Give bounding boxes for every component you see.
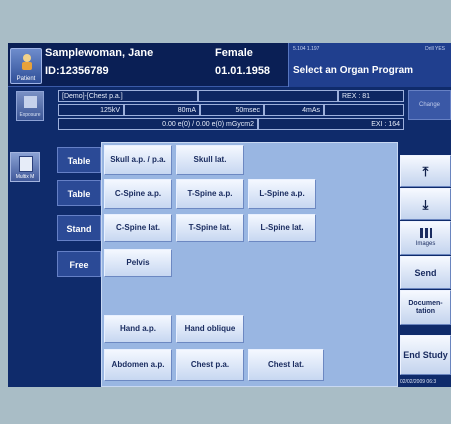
- device-icon: [19, 156, 33, 172]
- exam-skull-lat[interactable]: Skull lat.: [176, 145, 244, 175]
- skip-down-button[interactable]: ⤓: [400, 188, 451, 220]
- exam-tspine-ap[interactable]: T-Spine a.p.: [176, 179, 244, 209]
- patient-header: Patient Samplewoman, Jane ID:12356789 Fe…: [8, 43, 451, 87]
- send-button[interactable]: Send: [400, 256, 451, 289]
- images-icon: [419, 228, 432, 238]
- exam-lspine-lat[interactable]: L-Spine lat.: [248, 214, 316, 242]
- images-button[interactable]: Images: [400, 221, 451, 255]
- msec-field: 50msec: [200, 104, 264, 116]
- ma-field: 80mA: [124, 104, 200, 116]
- exam-hand-oblique[interactable]: Hand oblique: [176, 315, 244, 343]
- patient-icon: [22, 54, 32, 70]
- patient-dob: 01.01.1958: [215, 65, 271, 77]
- mas-field-blank: [324, 104, 404, 116]
- exam-chest-lat[interactable]: Chest lat.: [248, 349, 324, 381]
- exam-abdomen-ap[interactable]: Abdomen a.p.: [104, 349, 172, 381]
- patient-name: Samplewoman, Jane: [45, 47, 154, 59]
- dose-field: 0.00 e(0) / 0.00 e(0) mGycm2: [58, 118, 258, 130]
- exposure-panel: Exposure [Demo]-[Chest p.a.] REX : 81 Ch…: [8, 88, 451, 138]
- patient-id: ID:12356789: [45, 65, 109, 77]
- exam-skull-ap[interactable]: Skull a.p. / p.a.: [104, 145, 172, 175]
- program-field-blank: [198, 90, 338, 102]
- exposure-button[interactable]: Exposure: [16, 91, 44, 121]
- kv-field: 125kV: [58, 104, 124, 116]
- mas-field: 4mAs: [264, 104, 324, 116]
- bottom-margin: [0, 387, 451, 424]
- exam-tspine-lat[interactable]: T-Spine lat.: [176, 214, 244, 242]
- status-code: 5.104 1.197: [293, 46, 320, 52]
- tab-stand[interactable]: Stand: [57, 215, 101, 241]
- exam-chest-pa[interactable]: Chest p.a.: [176, 349, 244, 381]
- exam-cspine-ap[interactable]: C-Spine a.p.: [104, 179, 172, 209]
- top-margin: [0, 0, 451, 43]
- multix-label: Multix M: [15, 174, 35, 180]
- exam-cspine-lat[interactable]: C-Spine lat.: [104, 214, 172, 242]
- prompt-text: Select an Organ Program: [293, 65, 414, 76]
- skip-down-icon: ⤓: [422, 196, 429, 212]
- skip-up-icon: ⤒: [422, 163, 429, 179]
- patient-button[interactable]: Patient: [10, 48, 42, 84]
- status-panel: 5.104 1.197 Drill YES Select an Organ Pr…: [288, 43, 451, 87]
- status-flag: Drill YES: [425, 46, 445, 52]
- exposure-button-label: Exposure: [19, 112, 41, 118]
- organ-program-grid: Skull a.p. / p.a. Skull lat. C-Spine a.p…: [101, 142, 398, 387]
- tab-table-1[interactable]: Table: [57, 147, 101, 173]
- tab-table-2[interactable]: Table: [57, 180, 101, 206]
- change-button[interactable]: Change: [408, 90, 451, 120]
- program-field: [Demo]-[Chest p.a.]: [58, 90, 198, 102]
- skip-up-button[interactable]: ⤒: [400, 155, 451, 187]
- tab-free[interactable]: Free: [57, 251, 101, 277]
- end-study-button[interactable]: End Study: [400, 335, 451, 375]
- multix-button[interactable]: Multix M: [10, 152, 40, 182]
- rex-field: REX : 81: [338, 90, 404, 102]
- patient-sex: Female: [215, 47, 253, 59]
- exam-lspine-ap[interactable]: L-Spine a.p.: [248, 179, 316, 209]
- app-window: Patient Samplewoman, Jane ID:12356789 Fe…: [8, 43, 451, 387]
- clock: 02/02/2009 06:3: [400, 379, 437, 385]
- exposure-icon: [24, 96, 37, 108]
- patient-button-label: Patient: [16, 76, 36, 82]
- ei-field: EXI : 164: [258, 118, 404, 130]
- exam-hand-ap[interactable]: Hand a.p.: [104, 315, 172, 343]
- documentation-button[interactable]: Documen- tation: [400, 290, 451, 325]
- images-label: Images: [415, 241, 436, 247]
- exam-pelvis[interactable]: Pelvis: [104, 249, 172, 277]
